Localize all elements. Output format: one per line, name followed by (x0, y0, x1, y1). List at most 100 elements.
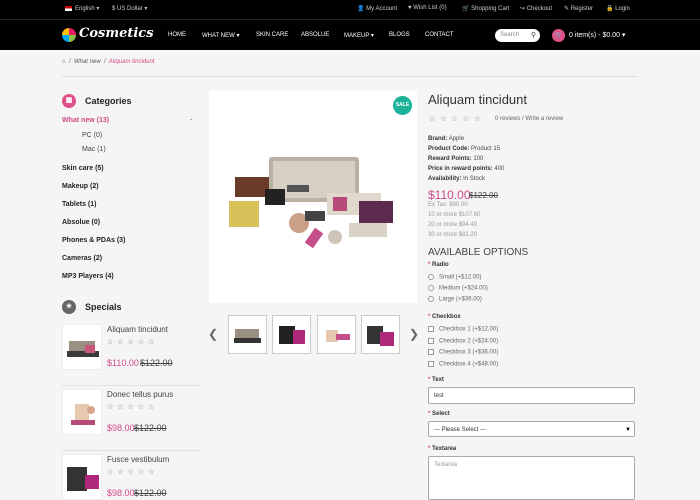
product-thumbnail[interactable] (62, 389, 102, 435)
lock-icon: 🔒 (606, 6, 614, 12)
radio-label: * Radio (428, 262, 449, 268)
brand-link[interactable]: Apple (449, 136, 464, 142)
select-label: * Select (428, 411, 450, 417)
checkbox-option-4[interactable]: Checkbox 4 (+$48.00) (428, 361, 498, 368)
product-thumbnail[interactable] (272, 315, 311, 354)
product-thumbnail[interactable] (62, 454, 102, 500)
special-name[interactable]: Aliquam tincidunt (107, 325, 168, 334)
radio-option-small[interactable]: Small (+$12.00) (428, 274, 482, 281)
checkout-link[interactable]: ↪ Checkout (520, 5, 552, 12)
nav-home[interactable]: HOME (168, 32, 186, 38)
language-selector[interactable]: English ▾ (65, 5, 99, 12)
breadcrumb-what-new[interactable]: What new (74, 59, 101, 65)
category-mac[interactable]: Mac (1) (82, 146, 106, 153)
register-icon: ✎ (564, 6, 570, 12)
textarea-input[interactable]: Textarea (428, 456, 635, 500)
reward-price-info: Price in reward points: 400 (428, 166, 505, 172)
category-makeup[interactable]: Makeup (2) (62, 183, 99, 190)
availability-info: Availability: In Stock (428, 176, 485, 182)
special-name[interactable]: Fusce vestibulum (107, 455, 169, 464)
currency-selector[interactable]: $ US Dollar ▾ (112, 5, 147, 12)
product-price: $110.00 (428, 188, 471, 202)
special-item[interactable]: Fusce vestibulum ☆☆☆☆☆ $98.00 $122.00 (62, 454, 200, 500)
select-dropdown[interactable]: --- Please Select --- ▼ (428, 421, 635, 437)
cart-icon: 🛒 (462, 6, 470, 12)
special-item[interactable]: Donec tellus purus ☆☆☆☆☆ $98.00 $122.00 (62, 389, 200, 451)
category-phones[interactable]: Phones & PDAs (3) (62, 237, 125, 244)
category-what-new[interactable]: What new (13) (62, 117, 109, 124)
special-price: $98.00 (107, 488, 135, 498)
rating-stars: ☆☆☆☆☆ (107, 339, 159, 346)
special-old-price: $122.00 (140, 358, 173, 368)
specials-icon: ★ (62, 300, 76, 314)
category-collapse-toggle[interactable]: - (190, 117, 192, 124)
special-old-price: $122.00 (134, 488, 167, 498)
category-skin-care[interactable]: Skin care (5) (62, 165, 104, 172)
checkbox-label: * Checkbox (428, 314, 461, 320)
nav-contact[interactable]: CONTACT (425, 32, 454, 38)
category-tablets[interactable]: Tablets (1) (62, 201, 97, 208)
search-input[interactable]: Search ⚲ (495, 29, 540, 42)
flag-icon (65, 5, 72, 11)
nav-skin-care[interactable]: SKIN CARE (256, 32, 288, 38)
category-mp3[interactable]: MP3 Players (4) (62, 273, 114, 280)
product-old-price: $122.00 (469, 191, 498, 200)
register-link[interactable]: ✎ Register (564, 5, 593, 12)
caret-down-icon: ▼ (625, 427, 631, 433)
category-cameras[interactable]: Cameras (2) (62, 255, 102, 262)
category-pc[interactable]: PC (0) (82, 132, 102, 139)
nav-makeup[interactable]: MAKEUP ▾ (344, 32, 374, 39)
breadcrumb: ⌂ / What new / Aliquam tincidunt (62, 59, 155, 65)
chevron-right-icon[interactable]: ❯ (409, 327, 419, 341)
home-icon[interactable]: ⌂ (62, 59, 66, 65)
special-price: $98.00 (107, 423, 135, 433)
discount-tier: 30 or more $81.20 (428, 232, 478, 238)
special-price: $110.00 (107, 358, 139, 368)
options-heading: AVAILABLE OPTIONS (428, 247, 529, 258)
chevron-left-icon[interactable]: ❮ (208, 327, 218, 341)
text-input[interactable]: test (428, 387, 635, 404)
my-account-link[interactable]: 👤 My Account (357, 5, 397, 12)
breadcrumb-current[interactable]: Aliquam tincidunt (109, 59, 155, 65)
nav-blogs[interactable]: BLOGS (389, 32, 410, 38)
textarea-label: * Textarea (428, 446, 457, 452)
sale-badge: SALE (393, 96, 412, 115)
shopping-cart-link[interactable]: 🛒 Shopping Cart (462, 5, 510, 12)
nav-what-new[interactable]: WHAT NEW ▾ (202, 32, 239, 39)
user-icon: 👤 (357, 6, 365, 12)
text-label: * Text (428, 377, 444, 383)
main-header: Cosmetics HOME WHAT NEW ▾ SKIN CARE ABSO… (0, 19, 700, 50)
divider (62, 76, 638, 77)
nav-absolue[interactable]: ABSOLUE (301, 32, 329, 38)
checkbox-option-3[interactable]: Checkbox 3 (+$36.00) (428, 349, 498, 356)
category-absolue[interactable]: Absolue (0) (62, 219, 100, 226)
search-icon[interactable]: ⚲ (531, 31, 536, 39)
special-old-price: $122.00 (134, 423, 167, 433)
reward-points-info: Reward Points: 100 (428, 156, 484, 162)
reviews-link[interactable]: 0 reviews / Write a review (495, 116, 563, 122)
rating-stars: ☆☆☆☆☆ (107, 404, 159, 411)
flower-logo-icon (62, 28, 76, 42)
special-name[interactable]: Donec tellus purus (107, 390, 173, 399)
checkbox-option-2[interactable]: Checkbox 2 (+$24.00) (428, 338, 498, 345)
special-item[interactable]: Aliquam tincidunt ☆☆☆☆☆ $110.00 $122.00 (62, 324, 200, 386)
login-link[interactable]: 🔒 Login (606, 5, 630, 12)
wishlist-link[interactable]: ♥ Wish List (0) (408, 5, 447, 11)
product-code-info: Product Code: Product 15 (428, 146, 501, 152)
site-logo[interactable]: Cosmetics (62, 25, 154, 45)
top-bar: English ▾ $ US Dollar ▾ 👤 My Account ♥ W… (0, 0, 700, 19)
radio-option-large[interactable]: Large (+$36.00) (428, 296, 482, 303)
main-product-image[interactable] (209, 91, 417, 303)
rating-stars: ☆☆☆☆☆ (429, 116, 486, 123)
cart-icon: 🛒 (552, 29, 565, 42)
product-thumbnail[interactable] (62, 324, 102, 370)
radio-option-medium[interactable]: Medium (+$24.00) (428, 285, 488, 292)
ex-tax: Ex Tax: $90.00 (428, 202, 468, 208)
brand-info: Brand: Apple (428, 136, 465, 142)
product-thumbnail[interactable] (228, 315, 267, 354)
product-thumbnail[interactable] (361, 315, 400, 354)
product-title: Aliquam tincidunt (428, 92, 527, 107)
checkbox-option-1[interactable]: Checkbox 1 (+$12.00) (428, 326, 498, 333)
discount-tier: 20 or more $94.40 (428, 222, 478, 228)
product-thumbnail[interactable] (317, 315, 356, 354)
